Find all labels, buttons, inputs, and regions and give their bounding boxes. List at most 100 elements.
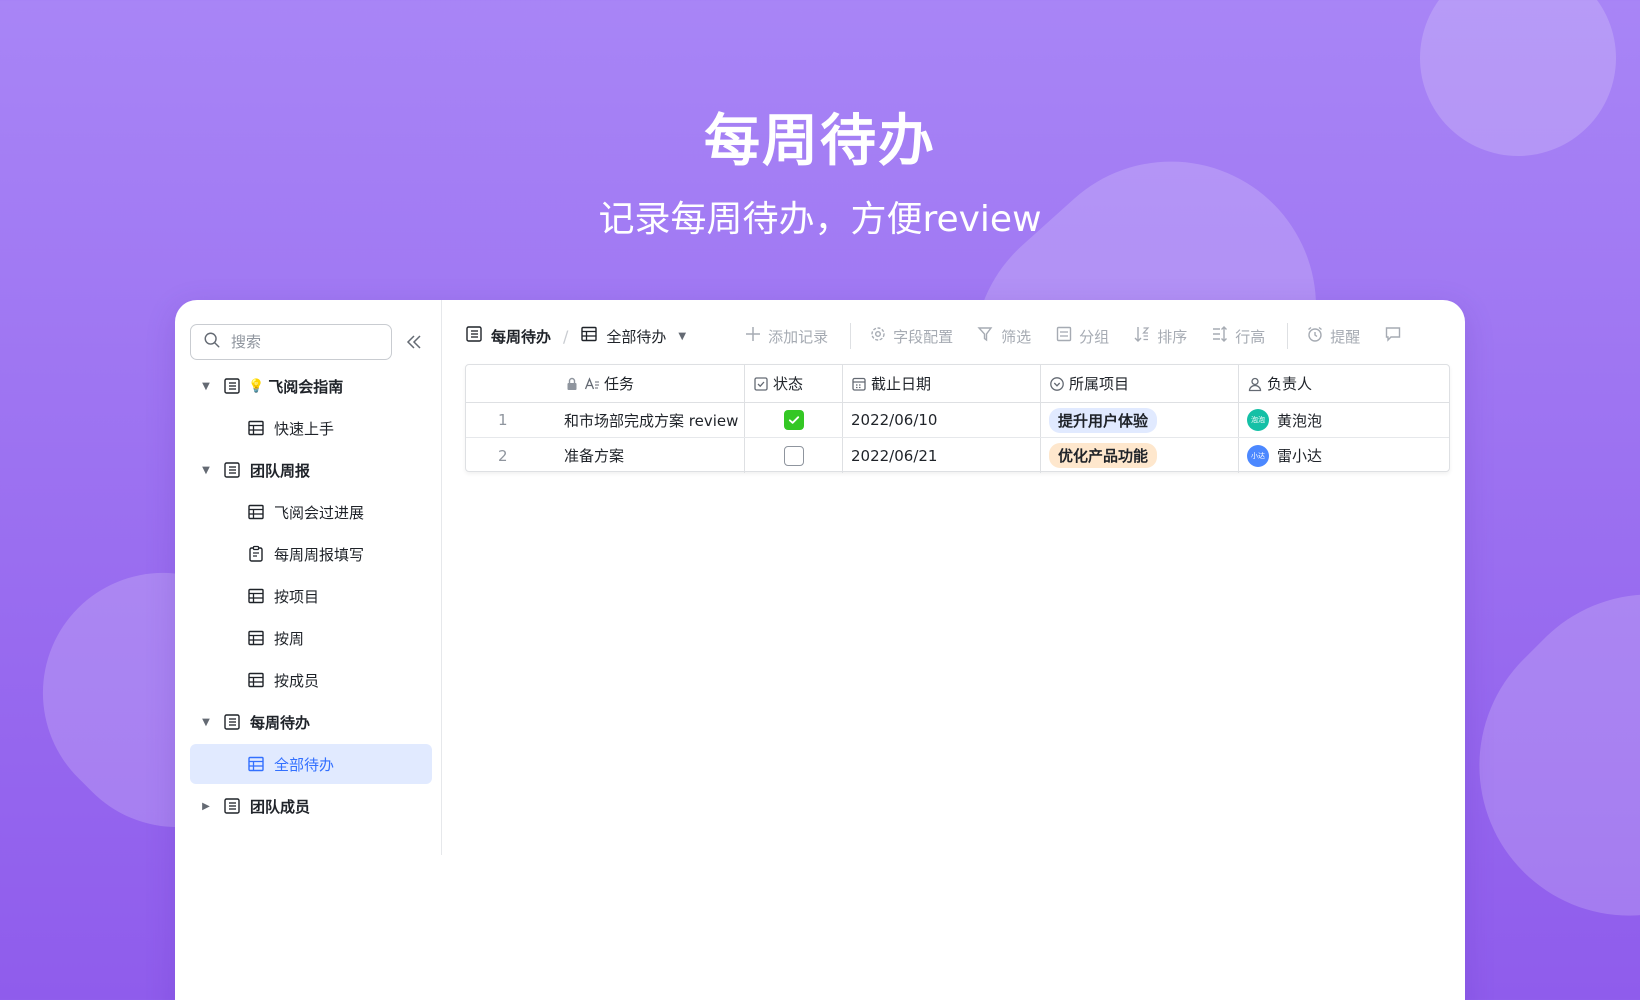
sidebar-item[interactable]: ▼ 每周待办 [190,702,432,742]
sidebar-item-label: 按周 [274,629,305,648]
sidebar-item-label: 全部待办 [274,755,335,774]
table-row[interactable]: 2 准备方案 2022/06/21 优化产品功能 小达 雷小达 [466,438,1449,473]
caret-down-icon[interactable]: ▼ [196,376,216,396]
status-cell[interactable] [745,438,843,473]
sidebar-item-label: 飞阅会过进展 [274,503,365,522]
column-header-due-date[interactable]: 截止日期 [843,365,1041,402]
owner-cell[interactable]: 泡泡 黄泡泡 [1239,403,1449,437]
sidebar-item[interactable]: 飞阅会过进展 [190,492,432,532]
calendar-icon [851,376,867,392]
table-icon [246,418,266,438]
toolbar-divider [1287,323,1289,349]
view-selector[interactable]: 全部待办 ▼ [580,325,686,347]
task-cell[interactable]: 准备方案 [556,438,745,473]
group-icon [1055,325,1073,347]
breadcrumb-separator: / [563,326,569,346]
sidebar-item-label: 团队周报 [250,461,311,480]
view-name: 全部待办 [606,327,667,346]
plus-icon [744,325,762,347]
table-icon [580,325,598,347]
sort-button[interactable]: 排序 [1133,325,1187,347]
alarm-clock-icon [1306,325,1324,347]
sidebar-item-label: 飞阅会指南 [268,377,344,396]
column-header-owner[interactable]: 负责人 [1239,365,1449,402]
comment-button[interactable] [1384,325,1402,347]
lock-icon [564,376,580,392]
owner-cell[interactable]: 小达 雷小达 [1239,438,1449,473]
double-chevron-left-icon [406,335,421,349]
field-config-button[interactable]: 字段配置 [869,325,953,347]
due-date-cell[interactable]: 2022/06/10 [843,403,1041,437]
sidebar-item[interactable]: 按项目 [190,576,432,616]
row-index: 1 [498,411,508,429]
table-icon [246,754,266,774]
column-header-status[interactable]: 状态 [745,365,843,402]
table-title-label: 每周待办 [491,327,552,346]
table-title[interactable]: 每周待办 [465,325,551,347]
filter-button[interactable]: 筛选 [977,325,1031,347]
column-label: 所属项目 [1069,375,1130,393]
owner-name: 黄泡泡 [1277,411,1323,430]
sidebar-item-label: 每周周报填写 [274,545,365,564]
task-cell[interactable]: 和市场部完成方案 review [556,403,745,437]
add-record-button[interactable]: 添加记录 [744,325,828,347]
doc-icon [222,796,242,816]
filter-icon [977,325,995,347]
status-cell[interactable] [745,403,843,437]
doc-icon [222,376,242,396]
form-icon [246,544,266,564]
sidebar-item[interactable]: ▼ 💡 飞阅会指南 [190,366,432,406]
comment-icon [1384,325,1402,347]
row-height-button[interactable]: 行高 [1211,325,1265,347]
sidebar-item-label: 按成员 [274,671,320,690]
group-button[interactable]: 分组 [1055,325,1109,347]
doc-icon [222,460,242,480]
status-checkbox-unchecked[interactable] [783,445,804,466]
collapse-sidebar-button[interactable] [403,331,425,353]
sidebar-item[interactable]: ▶ 团队成员 [190,786,432,826]
reminder-button[interactable]: 提醒 [1306,325,1360,347]
column-label: 任务 [604,375,635,393]
due-date-cell[interactable]: 2022/06/21 [843,438,1041,473]
index-header [466,365,556,402]
doc-icon [222,712,242,732]
row-index: 2 [498,446,508,465]
gear-icon [869,325,887,347]
sidebar-item[interactable]: 按周 [190,618,432,658]
field-config-label: 字段配置 [893,327,954,346]
column-header-task[interactable]: 任务 [556,365,745,402]
sidebar-item[interactable]: ▼ 团队周报 [190,450,432,490]
sidebar-item[interactable]: 按成员 [190,660,432,700]
table-icon [246,628,266,648]
table-icon [246,502,266,522]
row-height-label: 行高 [1235,327,1266,346]
sidebar-item-label: 团队成员 [250,797,311,816]
checkmark-icon [788,416,799,424]
search-box[interactable] [190,324,392,360]
hero-title: 每周待办 [704,109,936,174]
filter-label: 筛选 [1001,327,1032,346]
caret-right-icon[interactable]: ▶ [196,796,216,816]
owner-name: 雷小达 [1277,447,1323,465]
row-height-icon [1211,325,1229,347]
sidebar-item-label: 每周待办 [250,713,311,732]
status-checkbox-checked[interactable] [783,410,804,430]
toolbar: 每周待办 / 全部待办 ▼ 添加记录 字段配置 筛选 分组 排序 行高 提醒 [465,322,1455,350]
project-cell[interactable]: 提升用户体验 [1041,403,1239,437]
sidebar-item[interactable]: 快速上手 [190,408,432,448]
column-header-project[interactable]: 所属项目 [1041,365,1239,402]
search-input[interactable] [231,333,381,351]
caret-down-icon[interactable]: ▼ [196,460,216,480]
sidebar-item[interactable]: 每周周报填写 [190,534,432,574]
table-row[interactable]: 1 和市场部完成方案 review 2022/06/10 提升用户体验 泡泡 黄… [466,403,1449,438]
column-label: 状态 [773,375,804,393]
project-cell[interactable]: 优化产品功能 [1041,438,1239,473]
table-icon [246,670,266,690]
caret-down-icon[interactable]: ▼ [196,712,216,732]
column-label: 负责人 [1267,375,1313,393]
lightbulb-icon: 💡 [248,378,265,394]
checkbox-icon [753,376,769,392]
sidebar-item[interactable]: 全部待办 [190,744,432,784]
toolbar-divider [850,323,852,349]
app-window: ▼ 💡飞阅会指南快速上手 ▼ 团队周报飞阅会过进展每周周报填写按项目按周按成员 ▼ 每周待… [175,300,1465,1000]
